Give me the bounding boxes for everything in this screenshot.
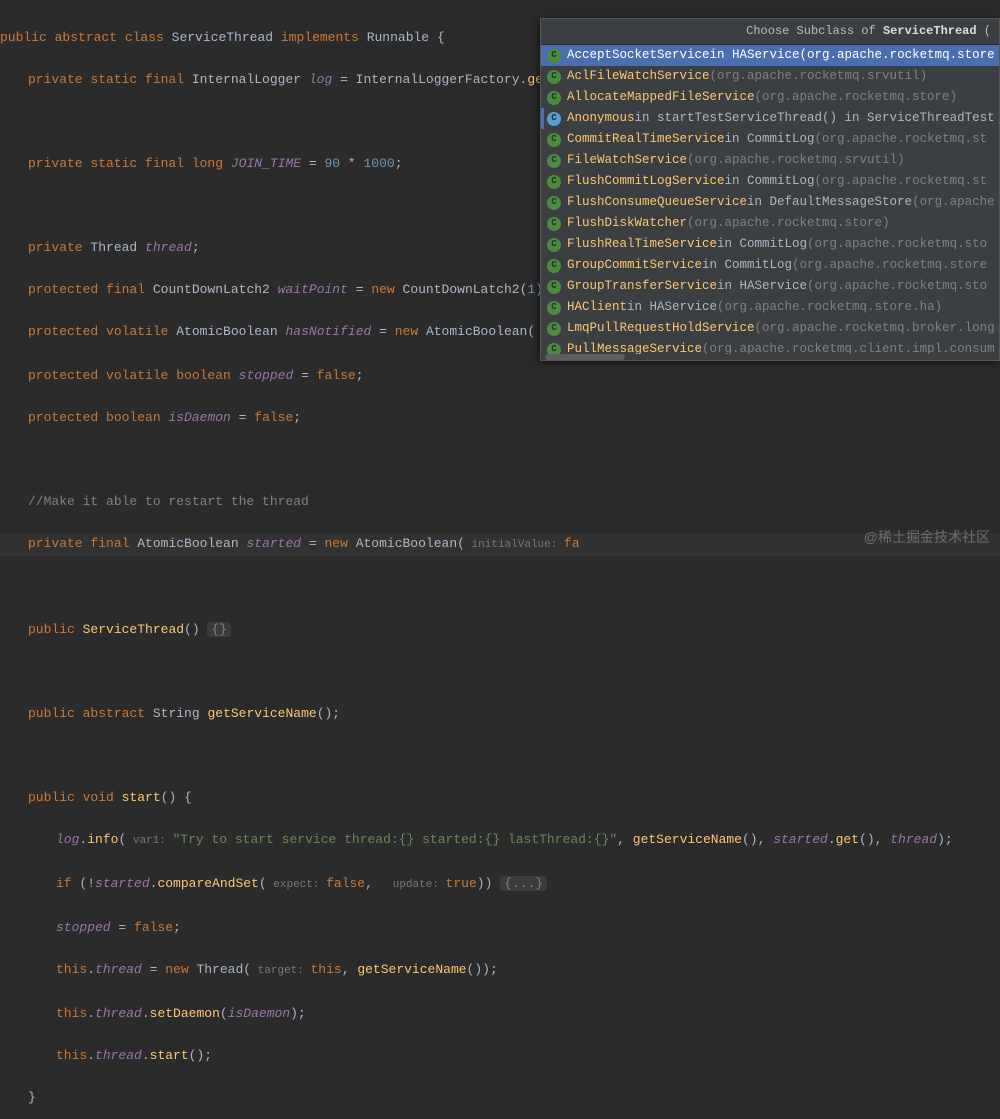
- class-icon: C: [547, 70, 561, 84]
- package-label: (org.apache.rocketmq.sto: [807, 234, 987, 255]
- class-name-label: GroupTransferService: [567, 276, 717, 297]
- popup-item[interactable]: C FlushRealTimeService in CommitLog (org.…: [541, 234, 999, 255]
- popup-item[interactable]: C FlushConsumeQueueService in DefaultMess…: [541, 192, 999, 213]
- class-name-label: GroupCommitService: [567, 255, 702, 276]
- class-name-label: FlushDiskWatcher: [567, 213, 687, 234]
- popup-item[interactable]: C FileWatchService (org.apache.rocketmq.s…: [541, 150, 999, 171]
- class-icon: C: [547, 280, 561, 294]
- class-name-label: FlushCommitLogService: [567, 171, 725, 192]
- class-name-label: FlushConsumeQueueService: [567, 192, 747, 213]
- watermark: @稀土掘金技术社区: [864, 527, 990, 548]
- location-label: in HAService: [627, 297, 717, 318]
- package-label: (org.apache.rocketmq.store): [687, 213, 890, 234]
- class-name-label: AclFileWatchService: [567, 66, 710, 87]
- package-label: (org.apache.rocketmq.sto: [807, 276, 987, 297]
- package-label: (org.apache.rocketmq.st: [815, 129, 988, 150]
- package-label: (org.apache.rocketmq.store: [800, 45, 995, 66]
- location-label: in HAService: [717, 276, 807, 297]
- class-name-label: AcceptSocketService: [567, 45, 710, 66]
- class-icon: C: [547, 196, 561, 210]
- class-name-label: CommitRealTimeService: [567, 129, 725, 150]
- class-icon: C: [547, 217, 561, 231]
- location-label: in HAService: [710, 45, 800, 66]
- popup-item[interactable]: C AllocateMappedFileService (org.apache.r…: [541, 87, 999, 108]
- package-label: (org.apache.rocketmq.broker.long: [755, 318, 995, 339]
- location-label: in startTestServiceThread() in ServiceTh…: [635, 108, 995, 129]
- class-icon: C: [547, 175, 561, 189]
- class-name-label: FileWatchService: [567, 150, 687, 171]
- class-icon: C: [547, 238, 561, 252]
- package-label: (org.apache.rocketmq.store.ha): [717, 297, 942, 318]
- location-label: in CommitLog: [702, 255, 792, 276]
- class-icon: C: [547, 154, 561, 168]
- class-name-label: AllocateMappedFileService: [567, 87, 755, 108]
- package-label: (org.apache.rocketmq.srvutil): [687, 150, 905, 171]
- location-label: in CommitLog: [717, 234, 807, 255]
- class-name-label: HAClient: [567, 297, 627, 318]
- class-icon: C: [547, 91, 561, 105]
- package-label: (org.apache.rocketmq.srvutil): [710, 66, 928, 87]
- subclass-chooser-popup: Choose Subclass of ServiceThread ( C Acce…: [540, 18, 1000, 361]
- package-label: (org.apache.rocketmq.store): [755, 87, 958, 108]
- fold-icon[interactable]: {}: [207, 622, 231, 637]
- package-label: (org.apache.rocketmq.st: [815, 171, 988, 192]
- class-icon: C: [547, 322, 561, 336]
- class-name-label: FlushRealTimeService: [567, 234, 717, 255]
- class-name-label: Anonymous: [567, 108, 635, 129]
- popup-item[interactable]: C Anonymous in startTestServiceThread() i…: [541, 108, 999, 129]
- popup-item[interactable]: C GroupTransferService in HAService (org.…: [541, 276, 999, 297]
- popup-list[interactable]: C AcceptSocketService in HAService (org.a…: [541, 45, 999, 360]
- package-label: (org.apache: [912, 192, 995, 213]
- popup-item[interactable]: C FlushCommitLogService in CommitLog (org…: [541, 171, 999, 192]
- anonymous-class-icon: C: [547, 112, 561, 126]
- popup-item[interactable]: C FlushDiskWatcher (org.apache.rocketmq.s…: [541, 213, 999, 234]
- popup-header: Choose Subclass of ServiceThread (: [541, 19, 999, 45]
- package-label: (org.apache.rocketmq.store: [792, 255, 987, 276]
- class-icon: C: [547, 49, 561, 63]
- scrollbar-thumb[interactable]: [545, 354, 625, 360]
- popup-item[interactable]: C GroupCommitService in CommitLog (org.ap…: [541, 255, 999, 276]
- class-icon: C: [547, 259, 561, 273]
- popup-item[interactable]: C HAClient in HAService (org.apache.rocke…: [541, 297, 999, 318]
- popup-item[interactable]: C LmqPullRequestHoldService (org.apache.r…: [541, 318, 999, 339]
- fold-icon[interactable]: {...}: [500, 876, 547, 891]
- class-name-label: LmqPullRequestHoldService: [567, 318, 755, 339]
- location-label: in DefaultMessageStore: [747, 192, 912, 213]
- popup-item[interactable]: C AclFileWatchService (org.apache.rocketm…: [541, 66, 999, 87]
- location-label: in CommitLog: [725, 171, 815, 192]
- location-label: in CommitLog: [725, 129, 815, 150]
- horizontal-scrollbar[interactable]: [541, 354, 999, 360]
- class-icon: C: [547, 301, 561, 315]
- popup-item[interactable]: C AcceptSocketService in HAService (org.a…: [541, 45, 999, 66]
- class-icon: C: [547, 133, 561, 147]
- popup-item[interactable]: C CommitRealTimeService in CommitLog (org…: [541, 129, 999, 150]
